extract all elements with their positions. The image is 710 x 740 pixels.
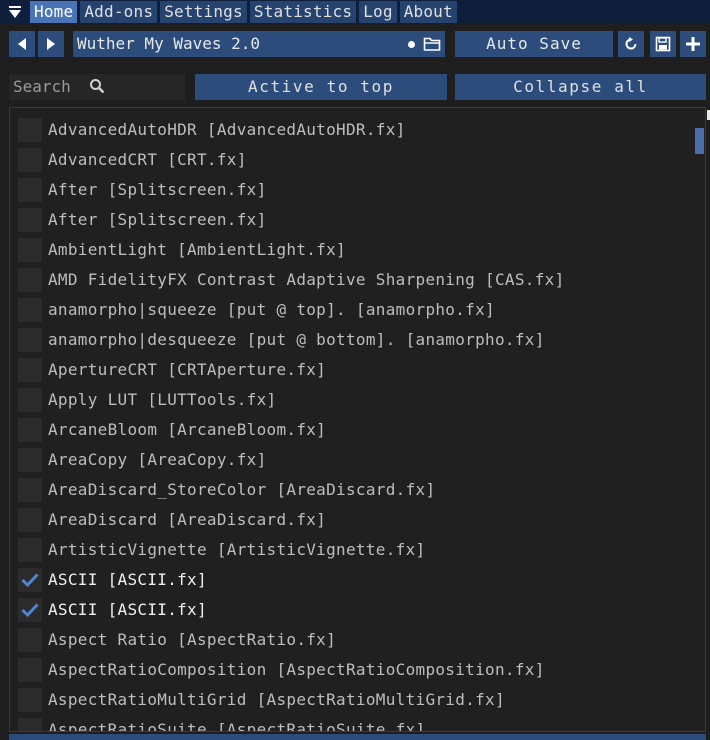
effect-label: anamorpho|desqueeze [put @ bottom]. [ana… [48,330,545,349]
effect-row[interactable]: AspectRatioSuite [AspectRatioSuite.fx] [10,715,690,732]
menu-collapse-icon[interactable] [3,1,27,23]
bottom-bar [9,734,706,740]
active-to-top-button[interactable]: Active to top [195,74,447,100]
effect-checkbox[interactable] [18,238,42,262]
effect-checkbox[interactable] [18,538,42,562]
effect-row[interactable]: AreaDiscard [AreaDiscard.fx] [10,505,690,535]
effect-label: ApertureCRT [CRTAperture.fx] [48,360,327,379]
effect-row[interactable]: AspectRatioComposition [AspectRatioCompo… [10,655,690,685]
effect-row[interactable]: ApertureCRT [CRTAperture.fx] [10,355,690,385]
effect-label: ArcaneBloom [ArcaneBloom.fx] [48,420,327,439]
open-preset-button[interactable] [419,31,445,57]
effect-label: AspectRatioSuite [AspectRatioSuite.fx] [48,720,426,732]
effect-checkbox[interactable] [18,298,42,322]
folder-icon [423,37,441,51]
tab-add-ons[interactable]: Add-ons [80,1,158,23]
effect-row[interactable]: AreaDiscard_StoreColor [AreaDiscard.fx] [10,475,690,505]
effect-checkbox[interactable] [18,508,42,532]
effect-row[interactable]: AdvancedAutoHDR [AdvancedAutoHDR.fx] [10,115,690,145]
effect-label: AmbientLight [AmbientLight.fx] [48,240,346,259]
effect-label: AreaDiscard [AreaDiscard.fx] [48,510,327,529]
tab-bar: Home Add-ons Settings Statistics Log Abo… [0,0,710,24]
effect-checkbox[interactable] [18,688,42,712]
effect-row[interactable]: ArtisticVignette [ArtisticVignette.fx] [10,535,690,565]
effect-row[interactable]: ArcaneBloom [ArcaneBloom.fx] [10,415,690,445]
effect-checkbox[interactable] [18,388,42,412]
collapse-all-button[interactable]: Collapse all [455,74,706,100]
reload-button[interactable] [618,31,644,57]
effect-label: AdvancedAutoHDR [AdvancedAutoHDR.fx] [48,120,406,139]
effect-checkbox[interactable] [18,598,42,622]
effect-label: AspectRatioComposition [AspectRatioCompo… [48,660,545,679]
unsaved-dot-icon [408,41,415,48]
arrow-right-icon [47,38,55,50]
effect-label: Aspect Ratio [AspectRatio.fx] [48,630,337,649]
effects-list[interactable]: AdvancedAutoHDR [AdvancedAutoHDR.fx] Adva… [9,107,706,732]
checkmark-icon [21,573,39,588]
effect-row[interactable]: AmbientLight [AmbientLight.fx] [10,235,690,265]
effect-label: After [Splitscreen.fx] [48,210,267,229]
effect-checkbox[interactable] [18,328,42,352]
tab-statistics[interactable]: Statistics [249,1,357,23]
add-preset-button[interactable] [680,31,706,57]
search-placeholder: Search [13,77,71,96]
reload-icon [625,37,637,50]
search-icon [90,79,105,94]
effect-checkbox[interactable] [18,268,42,292]
effect-checkbox[interactable] [18,658,42,682]
auto-save-button[interactable]: Auto Save [455,31,613,57]
effect-row[interactable]: Apply LUT [LUTTools.fx] [10,385,690,415]
effect-row[interactable]: anamorpho|squeeze [put @ top]. [anamorph… [10,295,690,325]
tab-settings[interactable]: Settings [160,1,247,23]
effect-label: AreaDiscard_StoreColor [AreaDiscard.fx] [48,480,436,499]
search-input[interactable]: Search [9,74,185,100]
effect-label: AMD FidelityFX Contrast Adaptive Sharpen… [48,270,565,289]
save-button[interactable] [650,31,676,57]
preset-name: Wuther My Waves 2.0 [77,34,261,53]
effect-checkbox[interactable] [18,628,42,652]
effect-label: After [Splitscreen.fx] [48,180,267,199]
effect-checkbox[interactable] [18,448,42,472]
effect-checkbox[interactable] [18,208,42,232]
effect-row[interactable]: After [Splitscreen.fx] [10,175,690,205]
effect-checkbox[interactable] [18,358,42,382]
tab-log[interactable]: Log [359,1,397,23]
effect-label: anamorpho|squeeze [put @ top]. [anamorph… [48,300,495,319]
scrollbar-thumb[interactable] [695,128,704,154]
effect-row[interactable]: AreaCopy [AreaCopy.fx] [10,445,690,475]
next-preset-button[interactable] [38,31,64,57]
effect-checkbox[interactable] [18,118,42,142]
plus-icon [686,37,700,51]
effect-row[interactable]: ASCII [ASCII.fx] [10,565,690,595]
tab-home[interactable]: Home [30,1,78,23]
effect-label: AspectRatioMultiGrid [AspectRatioMultiGr… [48,690,505,709]
tab-about[interactable]: About [399,1,457,23]
effect-row[interactable]: Aspect Ratio [AspectRatio.fx] [10,625,690,655]
effect-checkbox[interactable] [18,148,42,172]
effect-row[interactable]: AdvancedCRT [CRT.fx] [10,145,690,175]
effect-checkbox[interactable] [18,178,42,202]
effect-checkbox[interactable] [18,568,42,592]
effect-label: ASCII [ASCII.fx] [48,600,207,619]
effect-label: Apply LUT [LUTTools.fx] [48,390,277,409]
effect-row[interactable]: ASCII [ASCII.fx] [10,595,690,625]
effect-label: AdvancedCRT [CRT.fx] [48,150,247,169]
save-icon [655,36,671,52]
effect-label: AreaCopy [AreaCopy.fx] [48,450,267,469]
effect-label: ASCII [ASCII.fx] [48,570,207,589]
effect-checkbox[interactable] [18,718,42,731]
effect-row[interactable]: After [Splitscreen.fx] [10,205,690,235]
preset-selector[interactable]: Wuther My Waves 2.0 [73,31,425,57]
arrow-left-icon [18,38,26,50]
effect-row[interactable]: AMD FidelityFX Contrast Adaptive Sharpen… [10,265,690,295]
previous-preset-button[interactable] [9,31,35,57]
effect-row[interactable]: anamorpho|desqueeze [put @ bottom]. [ana… [10,325,690,355]
effect-label: ArtisticVignette [ArtisticVignette.fx] [48,540,426,559]
effect-row[interactable]: AspectRatioMultiGrid [AspectRatioMultiGr… [10,685,690,715]
effect-checkbox[interactable] [18,478,42,502]
effect-checkbox[interactable] [18,418,42,442]
checkmark-icon [21,603,39,618]
